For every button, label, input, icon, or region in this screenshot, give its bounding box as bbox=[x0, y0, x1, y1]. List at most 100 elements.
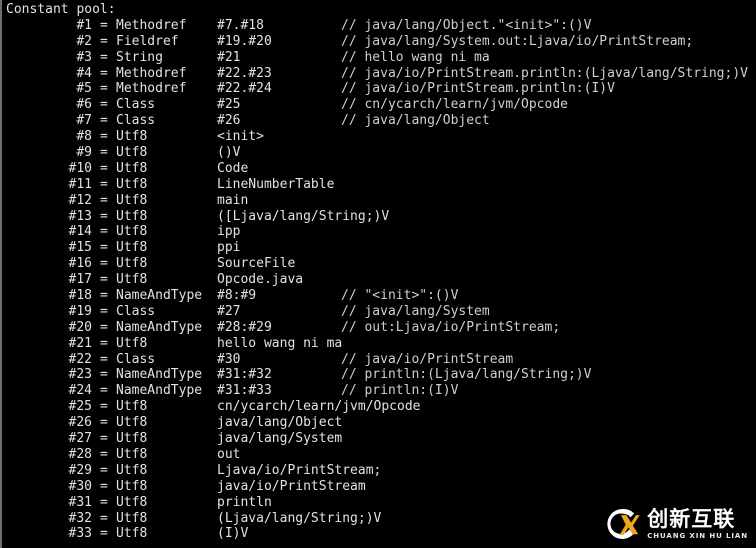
constant-pool-comment: // out:Ljava/io/PrintStream; bbox=[341, 319, 561, 335]
constant-pool-tag: Utf8 bbox=[116, 526, 148, 542]
constant-pool-comment: // "<init>":()V bbox=[341, 288, 459, 304]
constant-pool-equals: = bbox=[100, 160, 108, 176]
constant-pool-tag: Methodref bbox=[116, 81, 187, 97]
constant-pool-index: #18 bbox=[68, 288, 92, 304]
constant-pool-tag: NameAndType bbox=[116, 383, 203, 399]
constant-pool-index: #1 bbox=[76, 17, 92, 33]
constant-pool-value: LineNumberTable bbox=[217, 176, 335, 192]
constant-pool-equals: = bbox=[100, 510, 108, 526]
constant-pool-value: ppi bbox=[217, 240, 241, 256]
constant-pool-index: #33 bbox=[68, 526, 92, 542]
constant-pool-row: #21 = Utf8 hello wang ni ma bbox=[2, 336, 756, 352]
constant-pool-index: #12 bbox=[68, 192, 92, 208]
constant-pool-tag: Utf8 bbox=[116, 208, 148, 224]
constant-pool-value: #26 bbox=[217, 113, 241, 129]
constant-pool-equals: = bbox=[100, 446, 108, 462]
constant-pool-equals: = bbox=[100, 17, 108, 33]
constant-pool-value: ipp bbox=[217, 224, 241, 240]
constant-pool-tag: Utf8 bbox=[116, 272, 148, 288]
constant-pool-index: #7 bbox=[76, 113, 92, 129]
constant-pool-tag: Utf8 bbox=[116, 160, 148, 176]
constant-pool-comment: // hello wang ni ma bbox=[341, 49, 490, 65]
constant-pool-value: (Ljava/lang/String;)V bbox=[217, 510, 382, 526]
constant-pool-value: ()V bbox=[217, 145, 241, 161]
constant-pool-value: #8:#9 bbox=[217, 288, 257, 304]
constant-pool-row: #4 = Methodref #22.#23 // java/io/PrintStrea… bbox=[2, 66, 756, 82]
constant-pool-row: #23 = NameAndType #31:#32 // println:(Ljava/… bbox=[2, 367, 756, 383]
constant-pool-equals: = bbox=[100, 145, 108, 161]
constant-pool-value: #7.#18 bbox=[217, 17, 264, 33]
constant-pool-tag: Class bbox=[116, 113, 156, 129]
constant-pool-row: #8 = Utf8 <init> bbox=[2, 129, 756, 145]
constant-pool-tag: Utf8 bbox=[116, 129, 148, 145]
constant-pool-row: #10 = Utf8 Code bbox=[2, 161, 756, 177]
constant-pool-row: #30 = Utf8 java/io/PrintStream bbox=[2, 479, 756, 495]
constant-pool-row: #27 = Utf8 java/lang/System bbox=[2, 431, 756, 447]
constant-pool-equals: = bbox=[100, 415, 108, 431]
constant-pool-equals: = bbox=[100, 319, 108, 335]
constant-pool-equals: = bbox=[100, 65, 108, 81]
constant-pool-index: #5 bbox=[76, 81, 92, 97]
constant-pool-value: ([Ljava/lang/String;)V bbox=[217, 208, 390, 224]
constant-pool-equals: = bbox=[100, 288, 108, 304]
constant-pool-value: main bbox=[217, 192, 249, 208]
constant-pool-equals: = bbox=[100, 526, 108, 542]
constant-pool-value: java/lang/System bbox=[217, 431, 343, 447]
constant-pool-index: #10 bbox=[68, 160, 92, 176]
constant-pool-tag: Utf8 bbox=[116, 478, 148, 494]
constant-pool-value: out bbox=[217, 446, 241, 462]
constant-pool-value: Code bbox=[217, 160, 249, 176]
constant-pool-equals: = bbox=[100, 256, 108, 272]
constant-pool-equals: = bbox=[100, 176, 108, 192]
constant-pool-comment: // java/io/PrintStream bbox=[341, 351, 514, 367]
constant-pool-row: #5 = Methodref #22.#24 // java/io/PrintStrea… bbox=[2, 81, 756, 97]
constant-pool-equals: = bbox=[100, 335, 108, 351]
constant-pool-value: #25 bbox=[217, 97, 241, 113]
constant-pool-row: #2 = Fieldref #19.#20 // java/lang/System.ou… bbox=[2, 34, 756, 50]
constant-pool-equals: = bbox=[100, 272, 108, 288]
constant-pool-index: #3 bbox=[76, 49, 92, 65]
constant-pool-equals: = bbox=[100, 224, 108, 240]
constant-pool-tag: Methodref bbox=[116, 17, 187, 33]
constant-pool-tag: Utf8 bbox=[116, 415, 148, 431]
constant-pool-row: #3 = String #21 // hello wang ni ma bbox=[2, 50, 756, 66]
constant-pool-tag: Fieldref bbox=[116, 33, 179, 49]
constant-pool-row: #12 = Utf8 main bbox=[2, 193, 756, 209]
constant-pool-equals: = bbox=[100, 494, 108, 510]
constant-pool-index: #8 bbox=[76, 129, 92, 145]
constant-pool-header-label: Constant pool: bbox=[6, 2, 116, 17]
constant-pool-value: (I)V bbox=[217, 526, 249, 542]
constant-pool-row: #14 = Utf8 ipp bbox=[2, 224, 756, 240]
constant-pool-row: #33 = Utf8 (I)V bbox=[2, 526, 756, 542]
constant-pool-tag: Utf8 bbox=[116, 431, 148, 447]
constant-pool-value: Ljava/io/PrintStream; bbox=[217, 462, 382, 478]
constant-pool-index: #32 bbox=[68, 510, 92, 526]
constant-pool-index: #28 bbox=[68, 446, 92, 462]
constant-pool-equals: = bbox=[100, 192, 108, 208]
constant-pool-row: #32 = Utf8 (Ljava/lang/String;)V bbox=[2, 511, 756, 527]
constant-pool-index: #26 bbox=[68, 415, 92, 431]
constant-pool-row: #6 = Class #25 // cn/ycarch/learn/jvm/Opcode bbox=[2, 97, 756, 113]
constant-pool-equals: = bbox=[100, 33, 108, 49]
constant-pool-value: #22.#24 bbox=[217, 81, 272, 97]
constant-pool-tag: Utf8 bbox=[116, 462, 148, 478]
constant-pool-index: #15 bbox=[68, 240, 92, 256]
constant-pool-index: #29 bbox=[68, 462, 92, 478]
constant-pool-equals: = bbox=[100, 113, 108, 129]
constant-pool-tag: Utf8 bbox=[116, 256, 148, 272]
constant-pool-equals: = bbox=[100, 462, 108, 478]
constant-pool-index: #17 bbox=[68, 272, 92, 288]
constant-pool-equals: = bbox=[100, 478, 108, 494]
constant-pool-tag: Utf8 bbox=[116, 335, 148, 351]
constant-pool-index: #24 bbox=[68, 383, 92, 399]
constant-pool-value: #30 bbox=[217, 351, 241, 367]
constant-pool-tag: Utf8 bbox=[116, 494, 148, 510]
constant-pool-comment: // java/lang/System.out:Ljava/io/PrintSt… bbox=[341, 33, 694, 49]
constant-pool-index: #20 bbox=[68, 319, 92, 335]
constant-pool-value: #27 bbox=[217, 303, 241, 319]
constant-pool-equals: = bbox=[100, 97, 108, 113]
constant-pool-index: #2 bbox=[76, 33, 92, 49]
constant-pool-index: #22 bbox=[68, 351, 92, 367]
constant-pool-tag: NameAndType bbox=[116, 319, 203, 335]
constant-pool-row: #16 = Utf8 SourceFile bbox=[2, 256, 756, 272]
